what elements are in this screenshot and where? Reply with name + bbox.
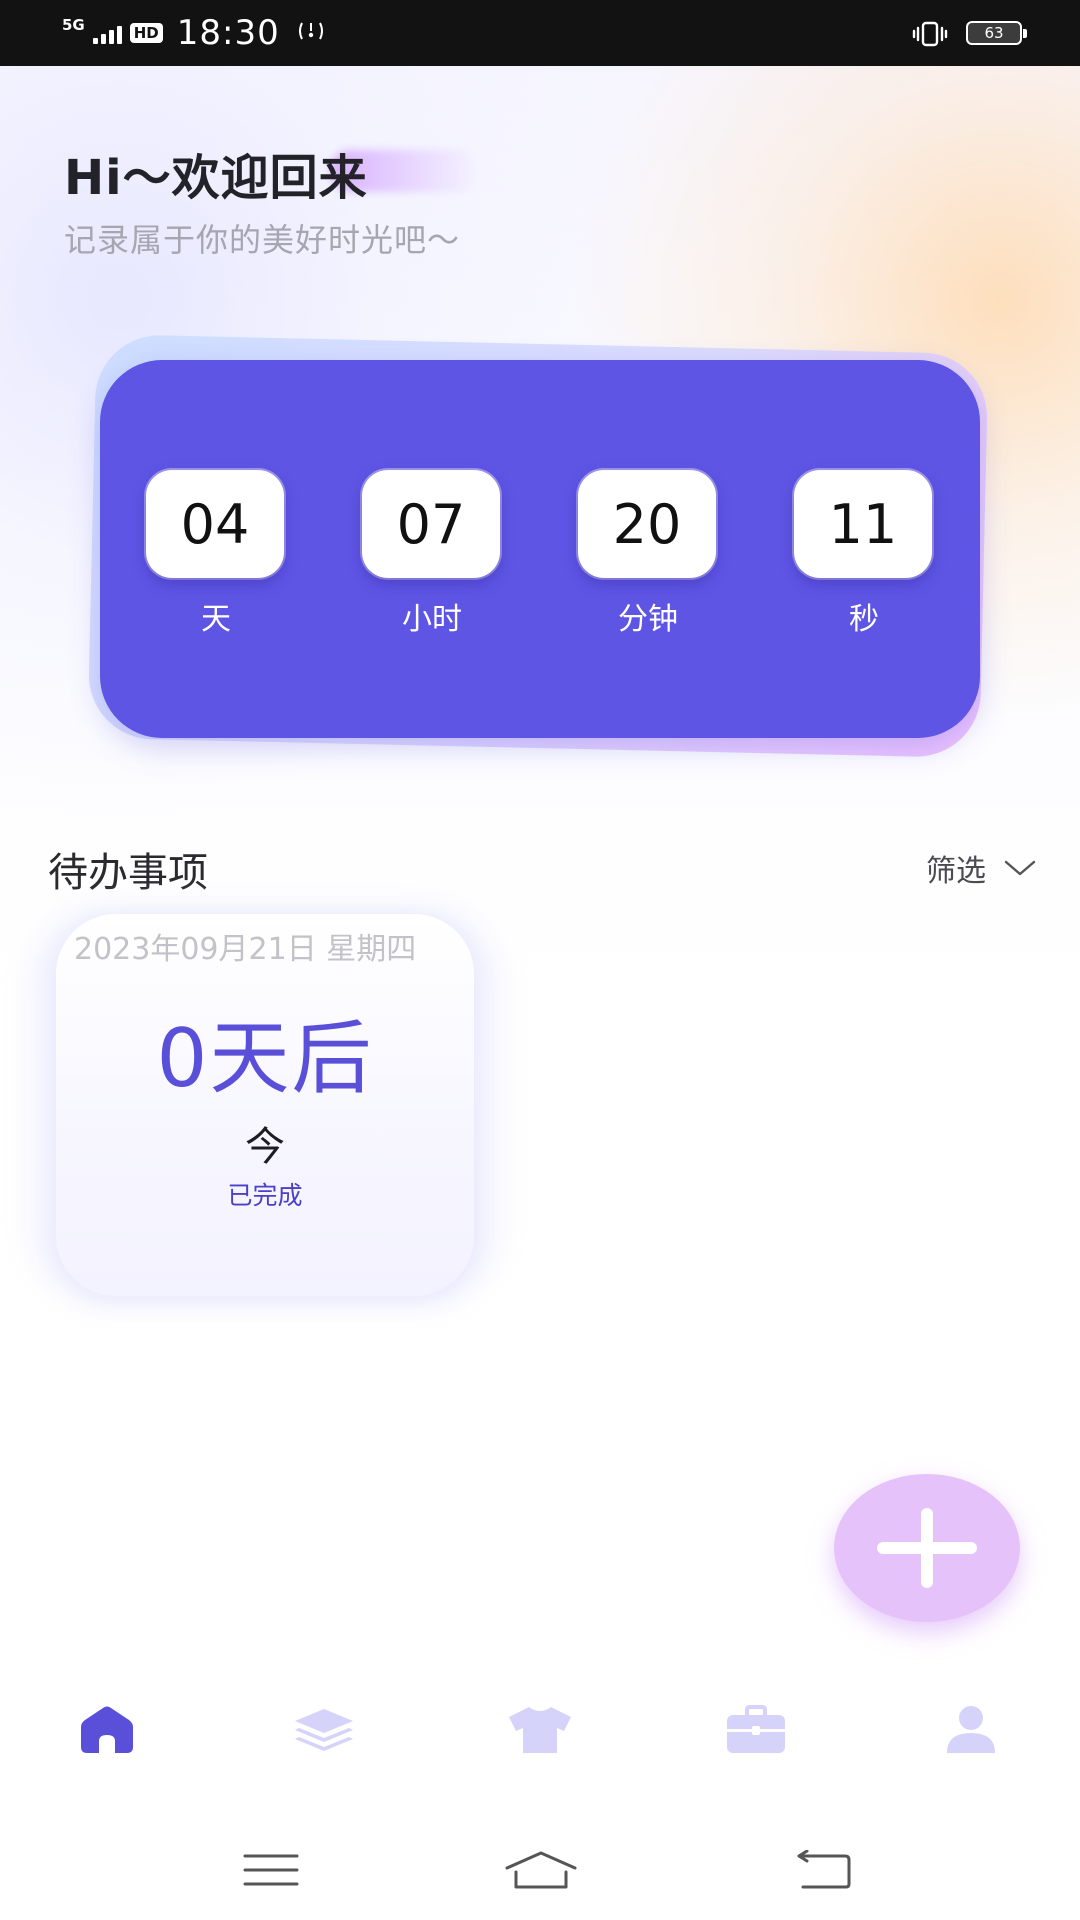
tab-collections[interactable] [284, 1690, 364, 1770]
countdown-card[interactable]: 04 天 07 小时 20 分钟 11 秒 [100, 360, 980, 738]
timer-seconds: 11 秒 [794, 470, 934, 638]
back-icon [797, 1850, 851, 1889]
tab-wardrobe[interactable] [500, 1690, 580, 1770]
greeting-subtitle: 记录属于你的美好时光吧～ [64, 221, 461, 259]
timer-seconds-value: 11 [794, 470, 932, 578]
timer-hours-value: 07 [362, 470, 500, 578]
signal-icon [92, 22, 122, 44]
layers-icon [295, 1709, 353, 1751]
add-button[interactable] [834, 1474, 1020, 1622]
tab-work[interactable] [716, 1690, 796, 1770]
status-bar-left: 5G HD 18:30 [62, 10, 326, 56]
timer-seconds-label: 秒 [849, 602, 879, 637]
timer-minutes-value: 20 [578, 470, 716, 578]
home-nav-button[interactable] [496, 1840, 586, 1900]
shirt-icon [509, 1707, 571, 1753]
tab-home[interactable] [67, 1690, 147, 1770]
network-type: 5G [62, 15, 85, 34]
back-button[interactable] [778, 1840, 868, 1900]
chevron-down-icon [1004, 851, 1036, 877]
timer-hours-label: 小时 [402, 602, 462, 637]
vibrate-icon [912, 20, 948, 47]
timer-days-value: 04 [146, 470, 284, 578]
home-icon [81, 1706, 133, 1753]
hd-icon: HD [129, 23, 163, 43]
user-icon [947, 1706, 995, 1753]
greeting-title: Hi～欢迎回来 [64, 150, 368, 206]
todo-countdown: 0天后 [156, 1012, 374, 1105]
todo-section-title: 待办事项 [48, 850, 208, 896]
timer-minutes-label: 分钟 [618, 602, 678, 637]
menu-icon [243, 1854, 299, 1886]
status-bar-right: 63 [912, 12, 1027, 54]
todo-card[interactable]: 2023年09月21日 星期四 0天后 今 已完成 [56, 914, 474, 1296]
battery-icon: 63 [966, 21, 1027, 45]
todo-name: 今 [245, 1124, 285, 1170]
timer-days: 04 天 [146, 470, 286, 638]
home-outline-icon [505, 1851, 577, 1889]
tab-bar [0, 1690, 1080, 1770]
menu-button[interactable] [226, 1840, 316, 1900]
briefcase-icon [727, 1705, 785, 1753]
system-navigation [0, 1840, 1080, 1910]
timer-minutes: 20 分钟 [578, 470, 718, 638]
filter-label: 筛选 [926, 854, 986, 889]
status-bar: 5G HD 18:30 63 [0, 0, 1080, 66]
filter-button[interactable]: 筛选 [926, 846, 1036, 890]
tab-profile[interactable] [931, 1690, 1011, 1770]
timer-days-label: 天 [201, 602, 231, 637]
todo-status: 已完成 [227, 1181, 303, 1210]
todo-date: 2023年09月21日 星期四 [74, 932, 417, 967]
status-time: 18:30 [176, 13, 280, 53]
wifi-call-icon [296, 19, 326, 48]
plus-icon [877, 1508, 977, 1588]
timer-hours: 07 小时 [362, 470, 502, 638]
